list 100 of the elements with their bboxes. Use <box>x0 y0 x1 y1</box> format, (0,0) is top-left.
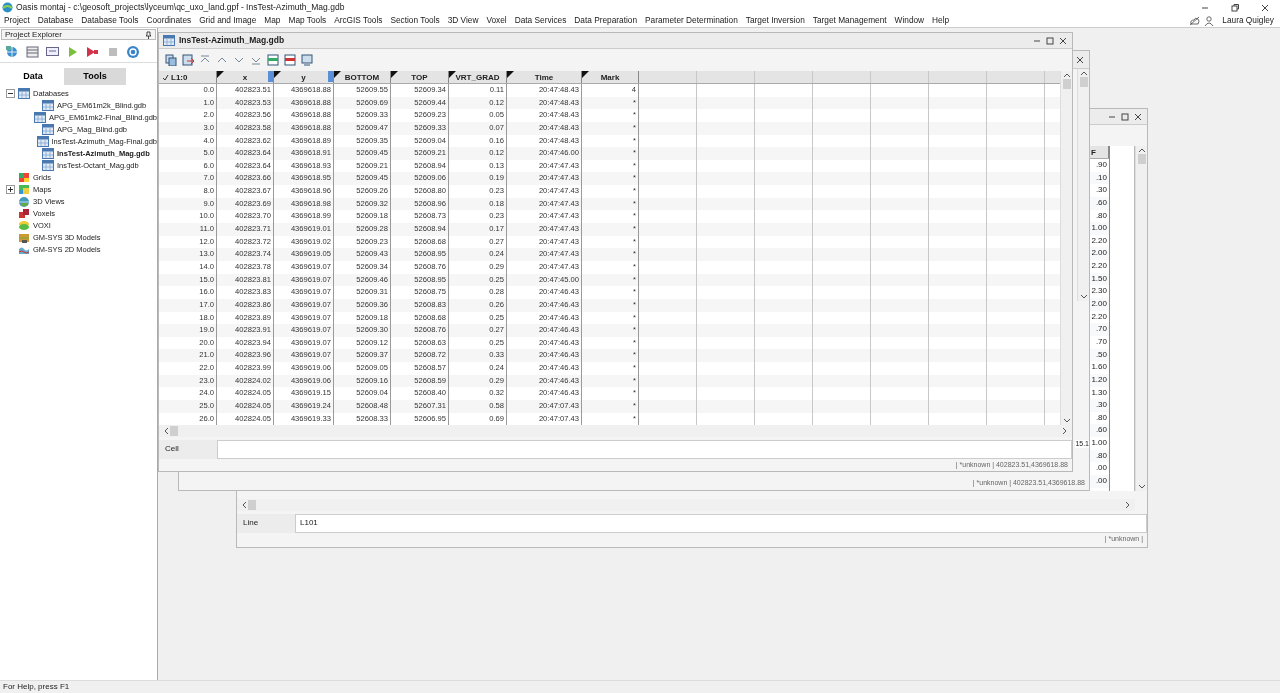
horizontal-scrollbar[interactable] <box>159 425 1072 437</box>
panel-icon[interactable] <box>46 44 59 59</box>
column-header[interactable]: y <box>274 71 334 83</box>
table-cell: .30 <box>1095 400 1107 410</box>
line-field[interactable]: L101 <box>295 514 1147 533</box>
column-header[interactable]: Mark <box>582 71 639 83</box>
menu-item[interactable]: Parameter Determination <box>641 16 742 26</box>
table-cell: .10 <box>1095 172 1107 182</box>
help-text: For Help, press F1 <box>3 682 70 692</box>
column-marker-icon <box>391 71 398 78</box>
panel-tab[interactable]: Tools <box>64 68 126 85</box>
column-header[interactable]: x <box>217 71 274 83</box>
vertical-scrollbar[interactable] <box>1077 69 1089 301</box>
scroll-left-icon[interactable] <box>240 501 248 509</box>
close-icon[interactable] <box>1058 35 1068 46</box>
table-cell: .50 <box>1095 349 1107 359</box>
key-marker-icon <box>268 71 273 82</box>
menu-item[interactable]: Voxel <box>482 16 511 26</box>
restore-icon[interactable] <box>1230 2 1240 13</box>
table-cell: .70 <box>1095 336 1107 346</box>
maximize-icon[interactable] <box>1120 111 1130 122</box>
table-cell: .00 <box>1095 476 1107 485</box>
user-icon[interactable] <box>1204 16 1215 26</box>
table-cell: 2.00 <box>1091 248 1107 258</box>
close-icon[interactable] <box>1133 111 1143 122</box>
scroll-down-icon[interactable] <box>1079 293 1088 301</box>
key-marker-icon <box>328 71 333 82</box>
colormap-icon <box>18 171 30 183</box>
table-cell: 1.60 <box>1091 362 1107 372</box>
table-cell: 1.50 <box>1091 273 1107 283</box>
horizontal-scrollbar[interactable] <box>237 499 1135 511</box>
menu-item[interactable]: Map Tools <box>284 16 331 26</box>
menu-item[interactable]: Target Management <box>808 16 891 26</box>
table-icon <box>42 123 54 135</box>
copy-icon[interactable] <box>165 54 177 66</box>
scroll-right-icon[interactable] <box>1124 501 1132 509</box>
menu-item[interactable]: Target Inversion <box>741 16 809 26</box>
table-cell: 1.20 <box>1091 374 1107 384</box>
table-icon[interactable] <box>267 54 279 66</box>
menu-item[interactable]: Data Preparation <box>570 16 642 26</box>
table-icon[interactable] <box>284 54 296 66</box>
pin-icon[interactable] <box>145 30 152 39</box>
close-icon[interactable] <box>1260 2 1270 13</box>
line-label: Line <box>237 514 295 533</box>
column-marker-icon <box>274 71 281 78</box>
collapse-icon[interactable] <box>6 88 15 98</box>
menu-item[interactable]: ArcGIS Tools <box>330 16 387 26</box>
layers-icon <box>18 219 30 231</box>
window-icon[interactable] <box>301 54 313 66</box>
menu-item[interactable]: Project <box>0 16 34 26</box>
table-cell: .30 <box>1095 185 1107 195</box>
menu-item[interactable]: Coordinates <box>142 16 196 26</box>
scroll-up-icon[interactable] <box>1137 146 1146 154</box>
expand-icon[interactable] <box>6 184 15 194</box>
menu-item[interactable]: Database Tools <box>77 16 143 26</box>
menu-item[interactable]: Data Services <box>510 16 571 26</box>
check-icon <box>162 74 169 81</box>
table-cell: 2.20 <box>1091 261 1107 271</box>
column-marker-icon <box>449 71 456 78</box>
menu-item[interactable]: Section Tools <box>386 16 444 26</box>
menu-item[interactable]: Help <box>928 16 954 26</box>
scroll-thumb[interactable] <box>1137 154 1146 164</box>
app-icon <box>2 2 13 13</box>
panel-title: Project Explorer <box>5 29 62 40</box>
column-marker-icon <box>582 71 589 78</box>
menu-item[interactable]: Database <box>33 16 78 26</box>
play-icon[interactable] <box>66 44 79 59</box>
record-icon[interactable] <box>86 44 99 59</box>
scroll-down-icon[interactable] <box>1137 483 1146 491</box>
cloud-off-icon[interactable] <box>1189 16 1201 26</box>
help-icon[interactable] <box>126 44 139 59</box>
globe-icon <box>18 195 30 207</box>
vertical-scrollbar[interactable] <box>1060 71 1072 425</box>
colormap-icon <box>18 183 30 195</box>
table-icon <box>18 87 30 99</box>
scroll-left-icon[interactable] <box>162 427 170 435</box>
maximize-icon[interactable] <box>1045 35 1055 46</box>
user-name[interactable]: Laura Quigley <box>1218 16 1278 26</box>
table-cell: .80 <box>1095 450 1107 460</box>
export-icon[interactable] <box>182 54 194 66</box>
close-icon[interactable] <box>1075 54 1085 65</box>
table-cell: .60 <box>1095 425 1107 435</box>
scroll-thumb[interactable] <box>248 500 256 510</box>
vertical-scrollbar[interactable] <box>1135 146 1147 491</box>
table-cell: 2.30 <box>1091 286 1107 296</box>
menu-item[interactable]: 3D View <box>443 16 483 26</box>
column-header[interactable]: F <box>1091 148 1096 157</box>
menu-item[interactable]: Window <box>890 16 929 26</box>
table-cell: 1.00 <box>1091 438 1107 448</box>
window-icon[interactable] <box>26 44 39 59</box>
globe-icon[interactable] <box>6 44 19 59</box>
scroll-right-icon[interactable] <box>1061 427 1069 435</box>
scroll-down-icon[interactable] <box>1062 417 1071 425</box>
scroll-thumb[interactable] <box>170 426 178 436</box>
menu-item[interactable]: Map <box>260 16 285 26</box>
cell-field[interactable] <box>217 440 1072 459</box>
column-marker-icon <box>334 71 341 78</box>
menu-item[interactable]: Grid and Image <box>195 16 261 26</box>
cell-label: Cell <box>159 440 217 459</box>
window-title: InsTest-Azimuth_Mag.gdb <box>179 35 285 46</box>
